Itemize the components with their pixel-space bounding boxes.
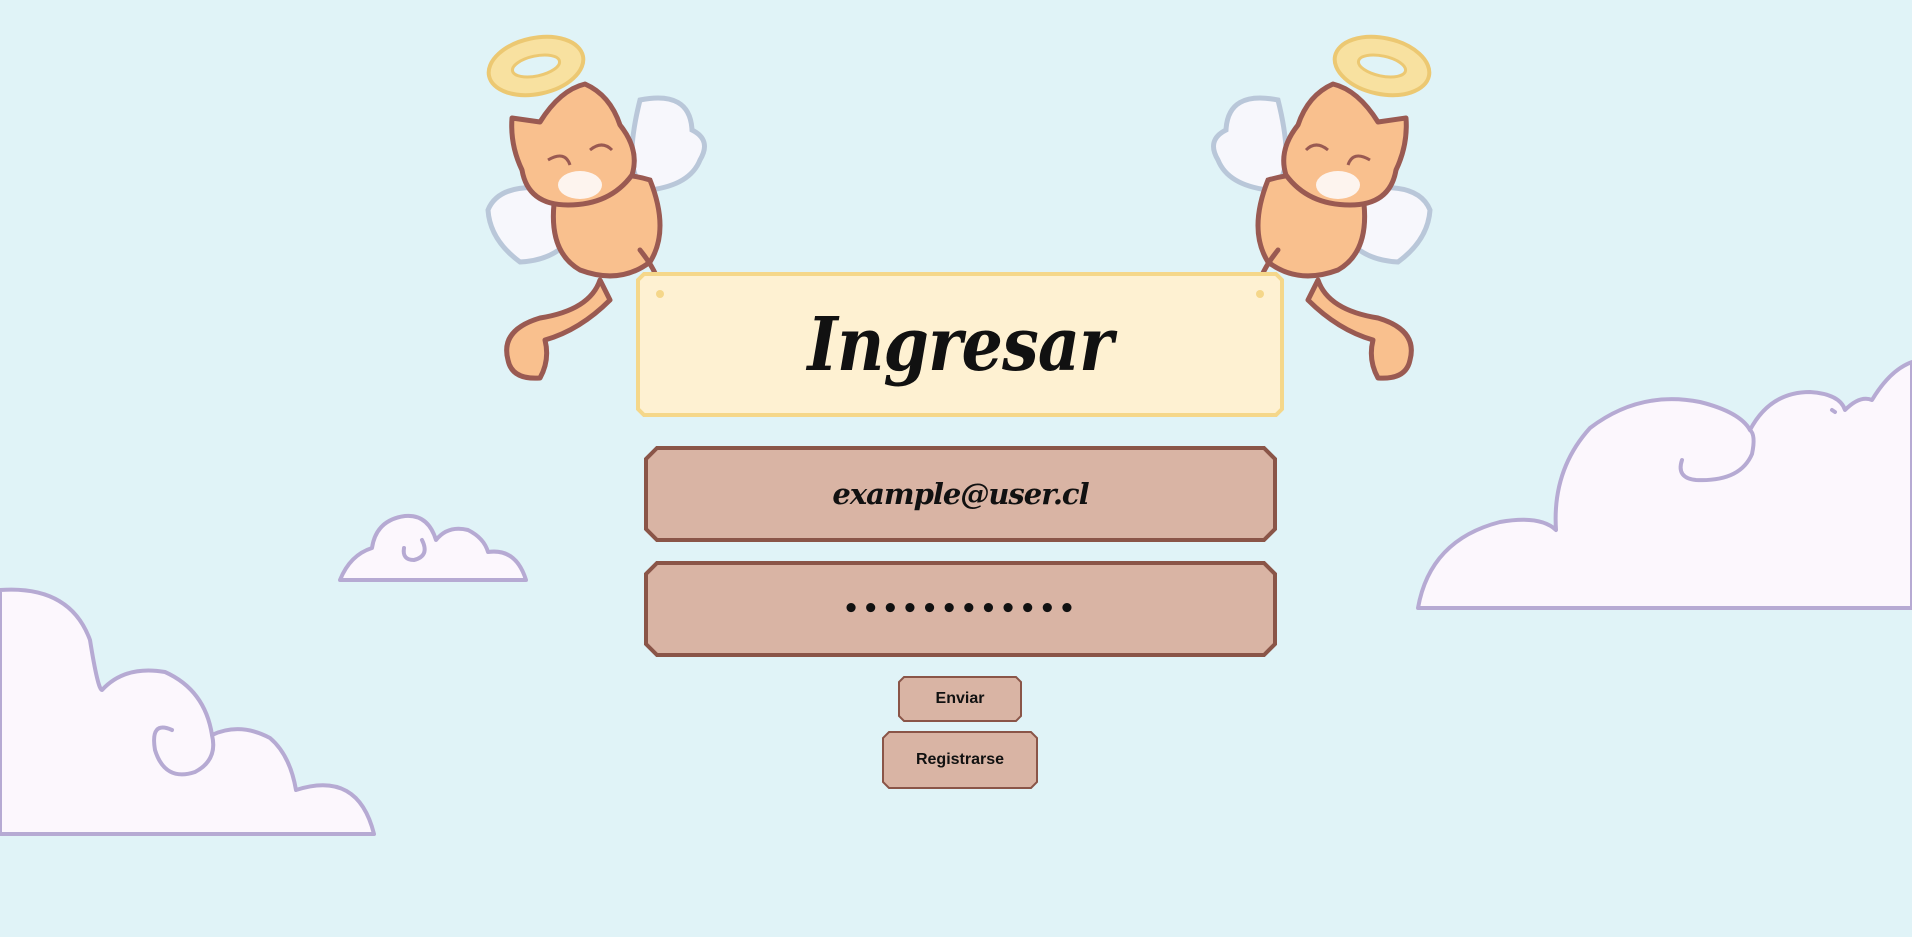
login-page: Ingresar Enviar Registrarse bbox=[0, 0, 1912, 937]
register-button[interactable]: Registrarse bbox=[882, 731, 1038, 789]
title-sign: Ingresar bbox=[636, 272, 1284, 417]
password-field-container bbox=[643, 560, 1278, 658]
page-title: Ingresar bbox=[807, 301, 1113, 388]
email-field-container bbox=[643, 445, 1278, 543]
register-button-label: Registrarse bbox=[915, 751, 1005, 768]
email-field[interactable] bbox=[653, 455, 1268, 533]
submit-button-label: Enviar bbox=[935, 690, 985, 707]
password-field[interactable] bbox=[653, 570, 1268, 648]
submit-button[interactable]: Enviar bbox=[898, 676, 1022, 722]
